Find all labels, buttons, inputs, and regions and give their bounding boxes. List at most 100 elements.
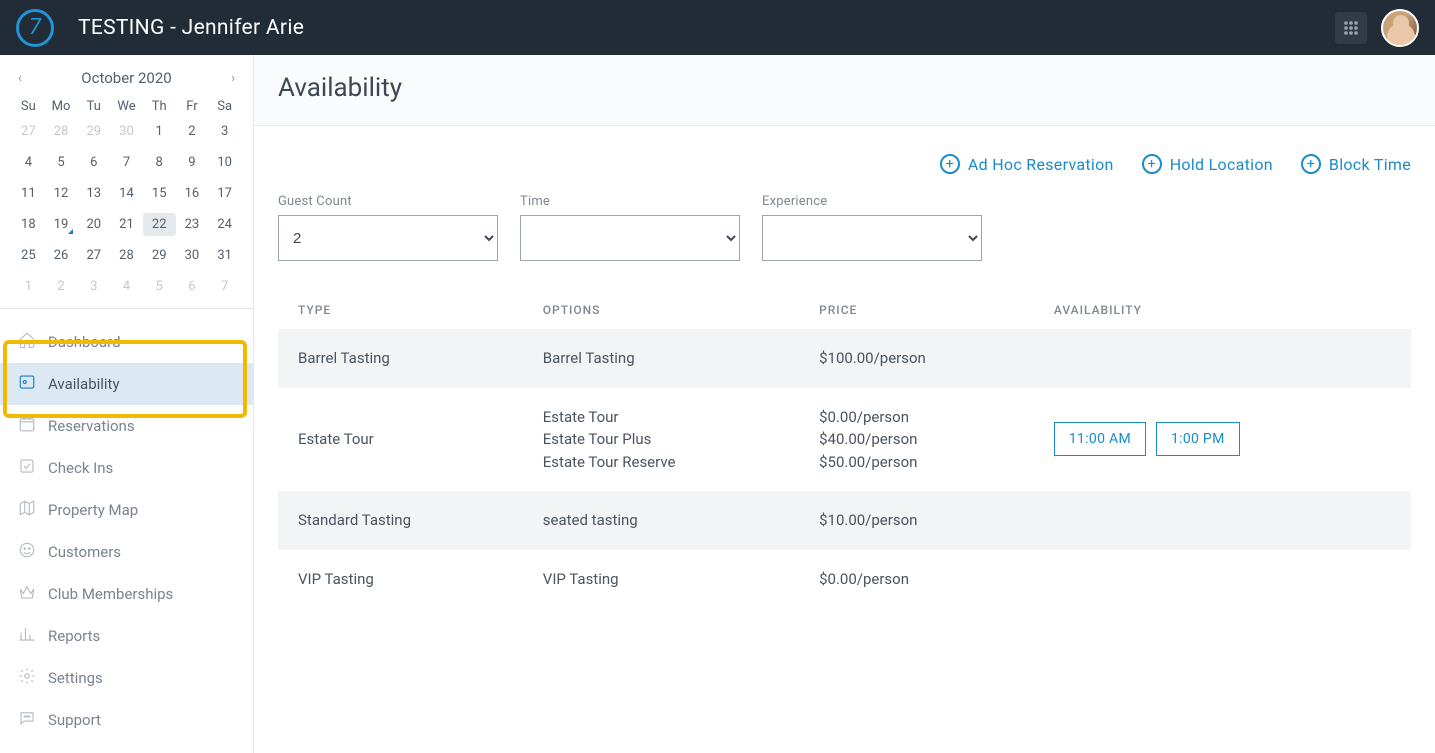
sidebar: ‹ October 2020 › SuMoTuWeThFrSa 27282930… <box>0 55 254 753</box>
calendar-day[interactable]: 4 <box>12 151 45 174</box>
table-header: OPTIONS <box>523 291 799 329</box>
calendar-day[interactable]: 30 <box>176 244 209 267</box>
calendar-day[interactable]: 27 <box>77 244 110 267</box>
table-header: PRICE <box>799 291 1034 329</box>
calendar-dow: Th <box>143 99 176 114</box>
block-time-button[interactable]: + Block Time <box>1301 154 1411 174</box>
cell-price: $0.00/person <box>799 550 1034 609</box>
sidebar-item-club[interactable]: Club Memberships <box>0 573 253 615</box>
action-label: Block Time <box>1329 155 1411 174</box>
cell-options: VIP Tasting <box>523 550 799 609</box>
calendar-day[interactable]: 6 <box>77 151 110 174</box>
calendar-day[interactable]: 28 <box>110 244 143 267</box>
calendar-day[interactable]: 29 <box>77 120 110 143</box>
sidebar-item-label: Availability <box>48 375 120 393</box>
checkins-icon <box>18 457 36 479</box>
calendar-day[interactable]: 5 <box>45 151 78 174</box>
table-row: VIP TastingVIP Tasting$0.00/person <box>278 550 1411 609</box>
sidebar-item-label: Settings <box>48 669 103 687</box>
calendar-widget: ‹ October 2020 › SuMoTuWeThFrSa 27282930… <box>0 55 253 309</box>
calendar-day[interactable]: 24 <box>208 213 241 236</box>
calendar-day[interactable]: 11 <box>12 182 45 205</box>
time-select[interactable] <box>520 215 740 261</box>
ad-hoc-reservation-button[interactable]: + Ad Hoc Reservation <box>940 154 1114 174</box>
calendar-month-label: October 2020 <box>81 69 171 87</box>
cell-price: $10.00/person <box>799 491 1034 550</box>
guest-count-label: Guest Count <box>278 194 498 209</box>
cell-type: Barrel Tasting <box>278 329 523 388</box>
calendar-day[interactable]: 29 <box>143 244 176 267</box>
table-header: TYPE <box>278 291 523 329</box>
user-avatar[interactable] <box>1381 9 1419 47</box>
action-label: Ad Hoc Reservation <box>968 155 1114 174</box>
calendar-dow: Mo <box>45 99 78 114</box>
time-slot-button[interactable]: 11:00 AM <box>1054 422 1146 456</box>
hold-location-button[interactable]: + Hold Location <box>1142 154 1273 174</box>
calendar-day[interactable]: 1 <box>143 120 176 143</box>
sidebar-item-customers[interactable]: Customers <box>0 531 253 573</box>
calendar-day[interactable]: 5 <box>143 275 176 298</box>
sidebar-item-checkins[interactable]: Check Ins <box>0 447 253 489</box>
sidebar-item-reservations[interactable]: Reservations <box>0 405 253 447</box>
calendar-day[interactable]: 21 <box>110 213 143 236</box>
calendar-day[interactable]: 20 <box>77 213 110 236</box>
guest-count-select[interactable]: 2 <box>278 215 498 261</box>
calendar-dow: Sa <box>208 99 241 114</box>
calendar-prev-icon[interactable]: ‹ <box>12 71 28 86</box>
calendar-next-icon[interactable]: › <box>225 71 241 86</box>
calendar-day[interactable]: 17 <box>208 182 241 205</box>
table-row: Barrel TastingBarrel Tasting$100.00/pers… <box>278 329 1411 388</box>
calendar-day[interactable]: 10 <box>208 151 241 174</box>
calendar-day[interactable]: 15 <box>143 182 176 205</box>
calendar-day[interactable]: 18 <box>12 213 45 236</box>
calendar-day[interactable]: 14 <box>110 182 143 205</box>
cell-options: Estate TourEstate Tour PlusEstate Tour R… <box>523 388 799 492</box>
calendar-day[interactable]: 1 <box>12 275 45 298</box>
sidebar-item-label: Check Ins <box>48 459 113 477</box>
calendar-dow: Su <box>12 99 45 114</box>
calendar-day[interactable]: 19 <box>45 213 78 236</box>
cell-availability <box>1034 550 1411 609</box>
cell-options: Barrel Tasting <box>523 329 799 388</box>
calendar-day[interactable]: 8 <box>143 151 176 174</box>
cell-availability <box>1034 329 1411 388</box>
calendar-day[interactable]: 12 <box>45 182 78 205</box>
calendar-day[interactable]: 25 <box>12 244 45 267</box>
apps-grid-icon[interactable] <box>1335 12 1367 44</box>
calendar-day[interactable]: 16 <box>176 182 209 205</box>
calendar-day[interactable]: 7 <box>208 275 241 298</box>
calendar-day[interactable]: 22 <box>143 213 176 236</box>
sidebar-item-settings[interactable]: Settings <box>0 657 253 699</box>
sidebar-item-reports[interactable]: Reports <box>0 615 253 657</box>
calendar-day[interactable]: 23 <box>176 213 209 236</box>
calendar-day[interactable]: 3 <box>208 120 241 143</box>
time-slot-button[interactable]: 1:00 PM <box>1156 422 1240 456</box>
sidebar-item-label: Property Map <box>48 501 138 519</box>
sidebar-item-label: Club Memberships <box>48 585 173 603</box>
calendar-day[interactable]: 3 <box>77 275 110 298</box>
calendar-day[interactable]: 2 <box>45 275 78 298</box>
calendar-day[interactable]: 26 <box>45 244 78 267</box>
calendar-day[interactable]: 30 <box>110 120 143 143</box>
calendar-day[interactable]: 13 <box>77 182 110 205</box>
calendar-day[interactable]: 7 <box>110 151 143 174</box>
calendar-day[interactable]: 9 <box>176 151 209 174</box>
propertymap-icon <box>18 499 36 521</box>
sidebar-nav: Dashboard Availability Reservations Check I… <box>0 309 253 753</box>
sidebar-item-support[interactable]: Support <box>0 699 253 741</box>
calendar-day[interactable]: 31 <box>208 244 241 267</box>
app-title: TESTING - Jennifer Arie <box>78 16 304 40</box>
calendar-day[interactable]: 6 <box>176 275 209 298</box>
sidebar-item-availability[interactable]: Availability <box>0 363 253 405</box>
app-logo-icon <box>16 9 54 47</box>
calendar-day[interactable]: 27 <box>12 120 45 143</box>
cell-type: Estate Tour <box>278 388 523 492</box>
availability-icon <box>18 373 36 395</box>
calendar-day[interactable]: 4 <box>110 275 143 298</box>
calendar-day[interactable]: 28 <box>45 120 78 143</box>
calendar-day[interactable]: 2 <box>176 120 209 143</box>
experience-label: Experience <box>762 194 982 209</box>
sidebar-item-propertymap[interactable]: Property Map <box>0 489 253 531</box>
sidebar-item-dashboard[interactable]: Dashboard <box>0 321 253 363</box>
experience-select[interactable] <box>762 215 982 261</box>
